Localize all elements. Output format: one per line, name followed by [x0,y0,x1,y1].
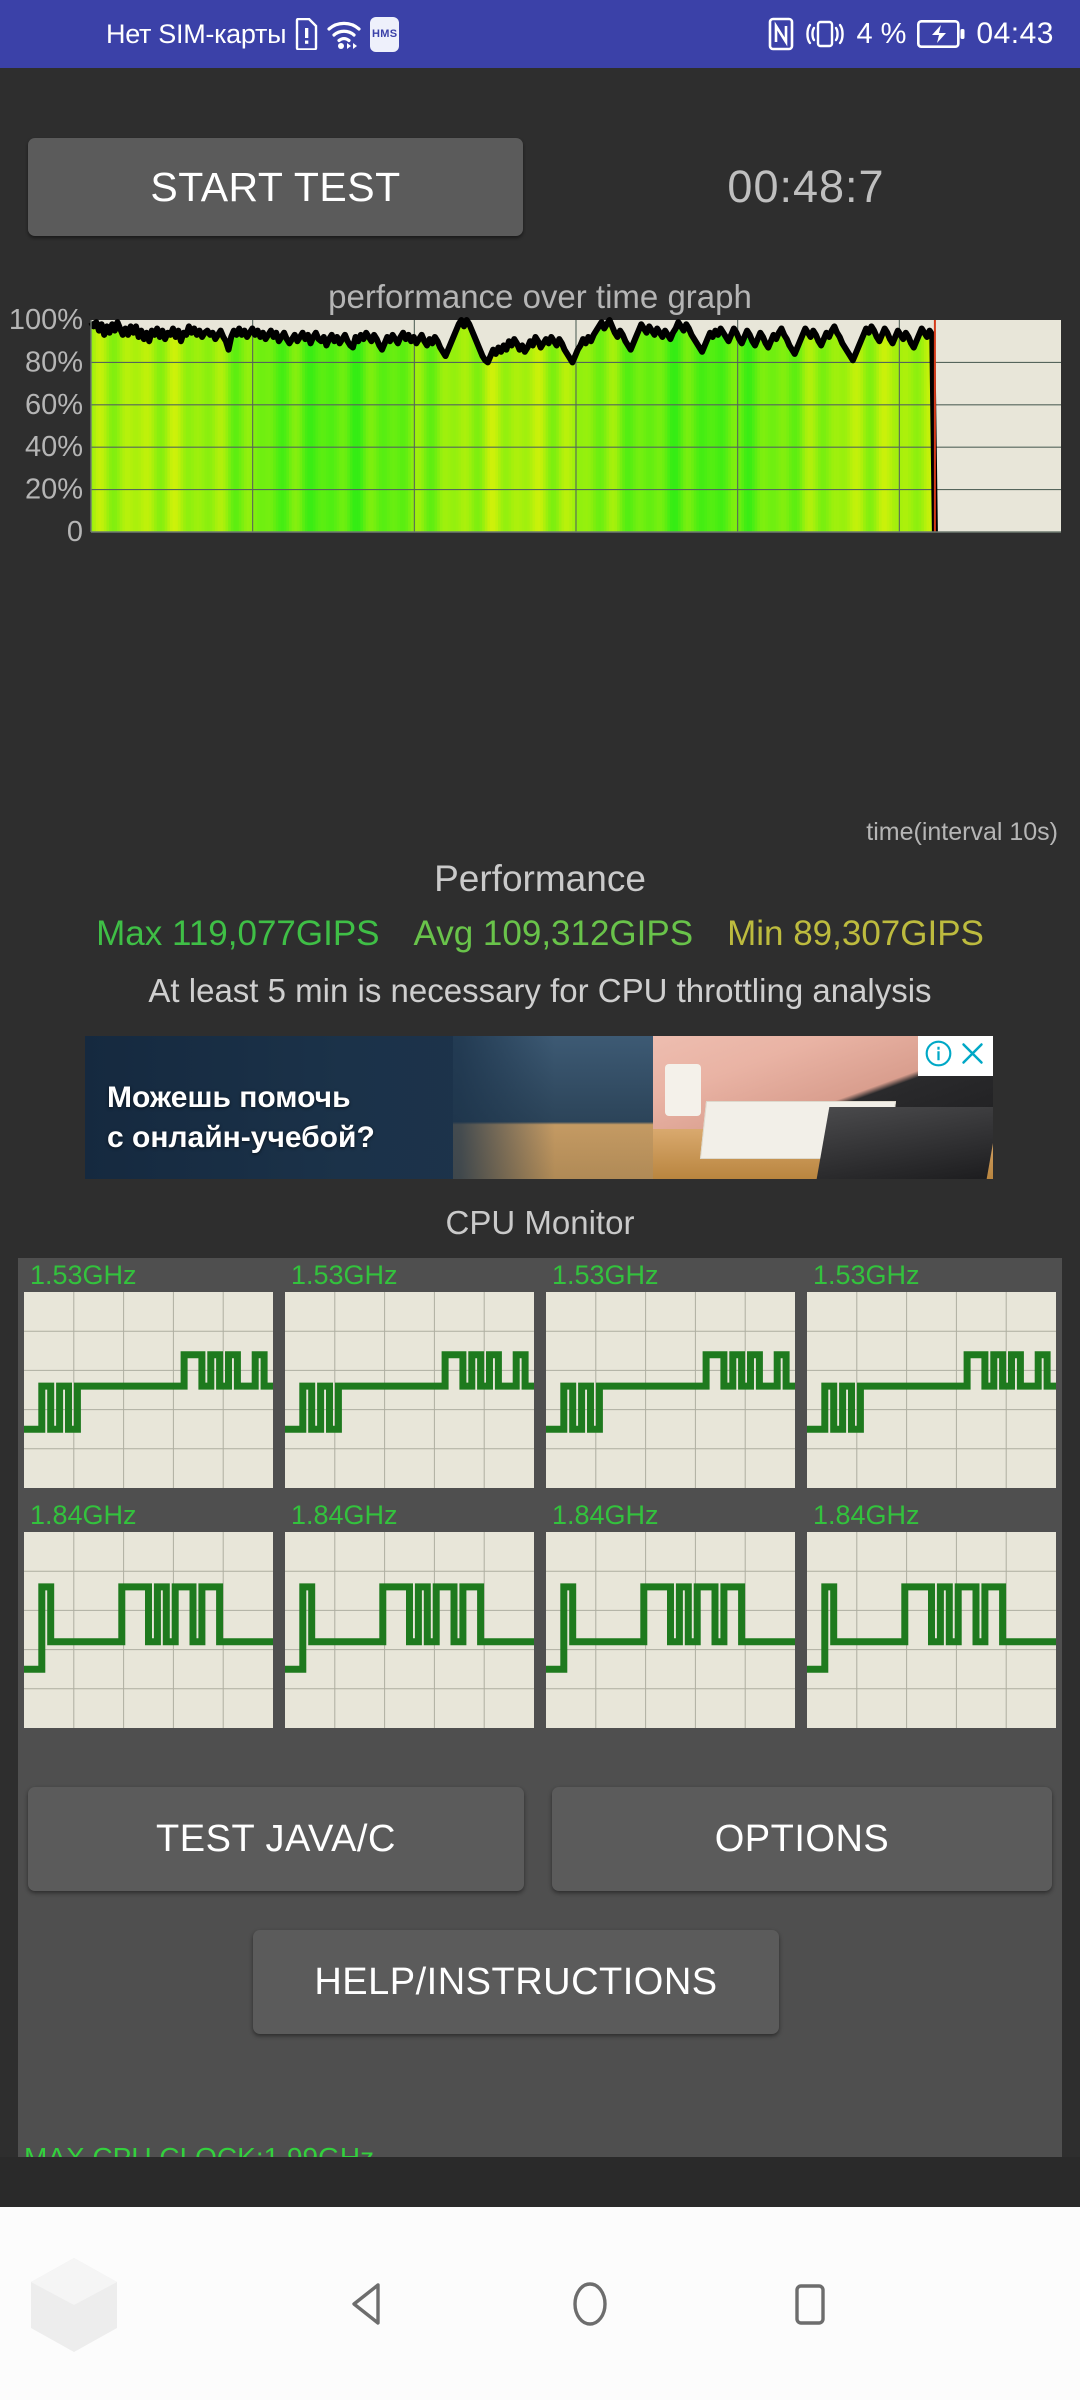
cpu-core-0-chart [24,1292,273,1488]
ad-badges [918,1036,993,1076]
cpu-core-2: 1.53GHz [540,1258,801,1498]
cpu-core-4: 1.84GHz [18,1498,279,1738]
performance-over-time-graph: 0 20% 40% 60% 80% 100% [0,300,1080,560]
performance-graph-svg: 0 20% 40% 60% 80% 100% [9,304,1061,548]
cpu-core-6: 1.84GHz [540,1498,801,1738]
back-triangle-icon[interactable] [343,2277,397,2331]
y-tick-label: 60% [25,389,83,421]
carrier-label: Нет SIM-карты [106,18,287,49]
cpu-core-1-frequency: 1.53GHz [291,1260,398,1290]
cpu-core-3-chart [807,1292,1056,1488]
ad-text: Можешь помочь с онлайн-учебой? [107,1078,527,1158]
ad-photo-plant [603,1087,643,1161]
battery-charging-icon [917,20,965,48]
cpu-core-6-frequency: 1.84GHz [552,1500,659,1530]
cpu-core-row-1: 1.84GHz 1.84GHz 1.84GHz 1.84GHz [18,1498,1062,1738]
y-tick-label: 40% [25,431,83,463]
cpu-monitor-heading: CPU Monitor [445,1204,635,1241]
info-icon[interactable] [925,1040,952,1072]
cpu-core-5-frequency: 1.84GHz [291,1500,398,1530]
cpu-core-3-frequency: 1.53GHz [813,1260,920,1290]
cpu-core-5-chart [285,1532,534,1728]
cpu-core-5: 1.84GHz [279,1498,540,1738]
cpu-core-1-chart [285,1292,534,1488]
sim-alert-icon [295,18,318,50]
cpu-core-1: 1.53GHz [279,1258,540,1498]
wifi-icon [327,18,361,50]
cpu-core-4-frequency: 1.84GHz [30,1500,137,1530]
advertisement-banner[interactable]: Можешь помочь с онлайн-учебой? [85,1036,993,1179]
cpu-core-7-frequency: 1.84GHz [813,1500,920,1530]
options-button[interactable]: OPTIONS [552,1787,1052,1891]
nav-bar-spacer [0,2157,1080,2207]
battery-percent-label: 4 % [856,17,907,50]
cpu-core-7: 1.84GHz [801,1498,1062,1738]
performance-stats-row: Max 119,077GIPS Avg 109,312GIPS Min 89,3… [0,914,1080,954]
performance-heading: Performance [434,858,646,899]
status-bar-clock: 04:43 [976,17,1054,50]
android-navigation-bar [0,2207,1080,2400]
elapsed-timer: 00:48:7 [727,161,885,212]
vibrate-icon [805,17,845,51]
close-icon[interactable] [959,1040,986,1072]
cpu-core-2-chart [546,1292,795,1488]
cpu-core-2-frequency: 1.53GHz [552,1260,659,1290]
ad-text-line2: с онлайн-учебой? [107,1120,375,1154]
home-circle-icon[interactable] [563,2277,617,2331]
ad-photo-laptop [816,1107,993,1179]
status-bar-left-group: Нет SIM-карты HMS [106,16,400,52]
cpu-core-7-chart [807,1532,1056,1728]
performance-avg-value: Avg 109,312GIPS [413,914,694,953]
throttling-analysis-note: At least 5 min is necessary for CPU thro… [148,972,932,1009]
y-tick-label: 100% [9,304,83,336]
performance-max-value: Max 119,077GIPS [96,914,380,953]
ad-photo-cup [665,1064,701,1116]
cpu-core-4-chart [24,1532,273,1728]
cpu-core-0: 1.53GHz [18,1258,279,1498]
hms-icon: HMS [370,16,400,52]
y-tick-label: 80% [25,346,83,378]
status-bar-right-group: 4 % 04:43 [768,17,1054,51]
cpu-core-0-frequency: 1.53GHz [30,1260,137,1290]
hexagon-logo-icon [28,2255,120,2355]
cpu-core-row-0: 1.53GHz 1.53GHz 1.53GHz 1.53GHz [18,1258,1062,1498]
cpu-core-6-chart [546,1532,795,1728]
test-java-c-button[interactable]: TEST JAVA/C [28,1787,524,1891]
cpu-core-3: 1.53GHz [801,1258,1062,1498]
status-bar: Нет SIM-карты HMS 4 % 04:43 [0,0,1080,68]
graph-x-axis-caption: time(interval 10s) [866,818,1058,846]
y-tick-label: 20% [25,474,83,506]
cpu-monitor-panel: 1.53GHz 1.53GHz 1.53GHz 1.53GHz 1.84GHz 1.84… [18,1258,1062,2178]
y-tick-label: 0 [67,516,83,548]
nfc-icon [768,17,794,51]
start-test-button[interactable]: START TEST [28,138,523,236]
nav-icon-group [0,2277,1080,2331]
performance-min-value: Min 89,307GIPS [727,914,984,953]
recents-square-icon[interactable] [783,2277,837,2331]
help-instructions-button[interactable]: HELP/INSTRUCTIONS [253,1930,779,2034]
ad-text-line1: Можешь помочь [107,1081,351,1114]
